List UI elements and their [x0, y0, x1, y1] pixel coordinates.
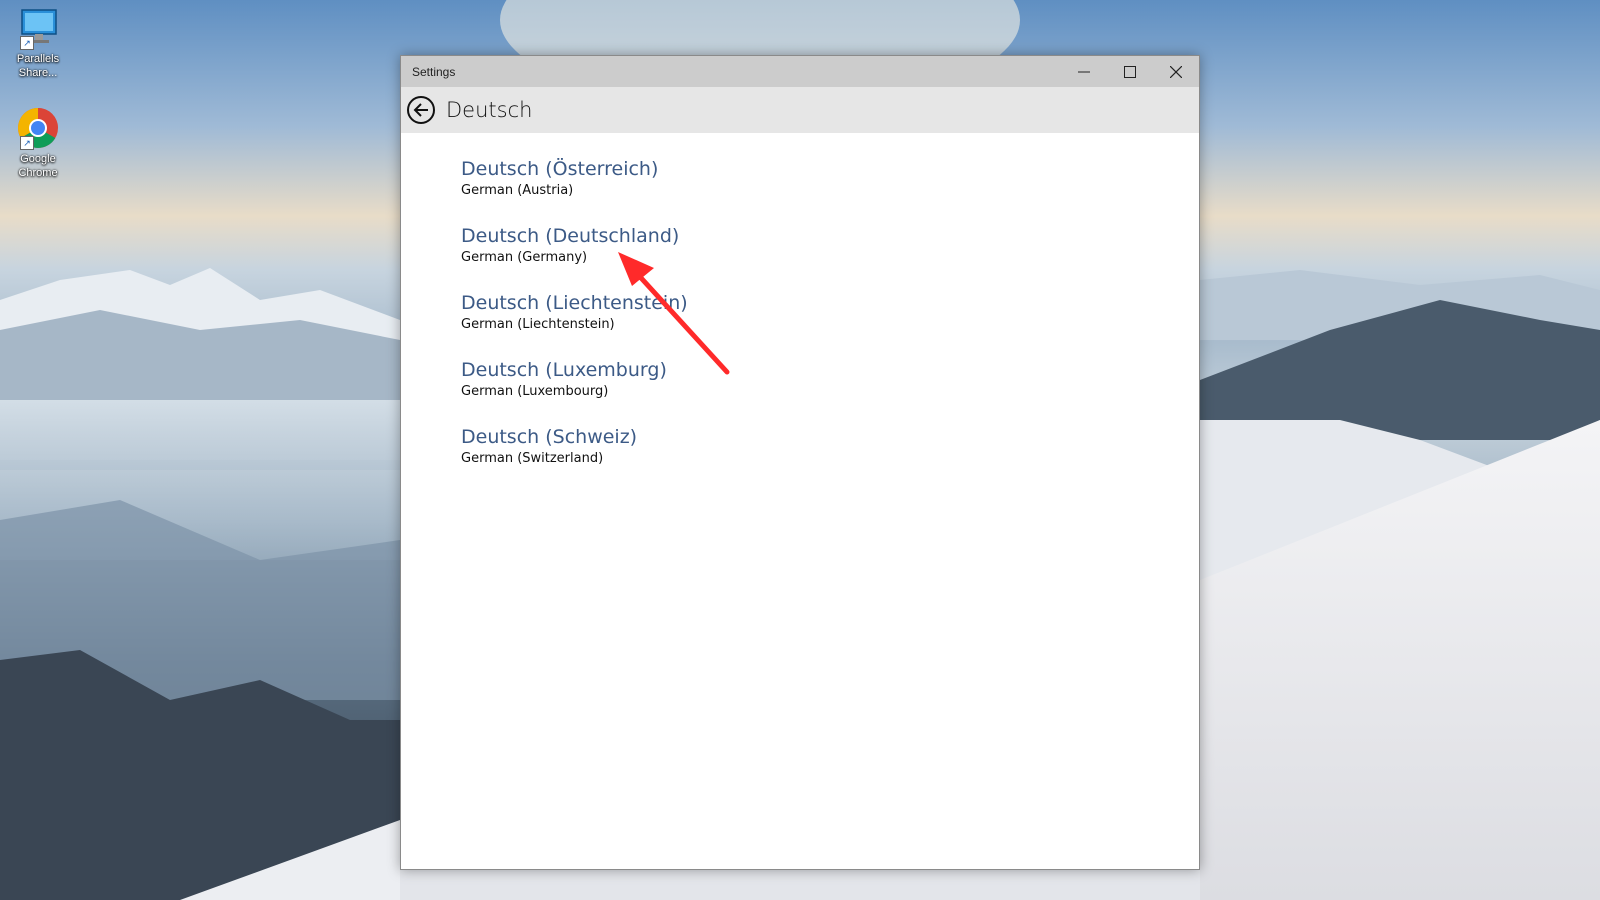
- page-header: Deutsch: [401, 87, 1199, 133]
- language-option-liechtenstein[interactable]: Deutsch (Liechtenstein) German (Liechten…: [461, 291, 1199, 358]
- language-native-name[interactable]: Deutsch (Liechtenstein): [461, 291, 1199, 315]
- language-variant-list: Deutsch (Österreich) German (Austria) De…: [401, 133, 1199, 492]
- window-title: Settings: [412, 64, 456, 79]
- language-option-luxembourg[interactable]: Deutsch (Luxemburg) German (Luxembourg): [461, 358, 1199, 425]
- desktop-shortcut-chrome[interactable]: ↗ Google Chrome: [8, 106, 68, 180]
- title-bar[interactable]: Settings: [401, 56, 1199, 87]
- maximize-icon: [1124, 65, 1136, 78]
- minimize-button[interactable]: [1061, 56, 1107, 87]
- back-arrow-icon: [413, 103, 428, 117]
- close-button[interactable]: [1153, 56, 1199, 87]
- language-english-name: German (Luxembourg): [461, 384, 609, 399]
- language-native-name[interactable]: Deutsch (Deutschland): [461, 224, 1199, 248]
- shortcut-arrow-icon: ↗: [20, 36, 34, 50]
- language-option-switzerland[interactable]: Deutsch (Schweiz) German (Switzerland): [461, 425, 1199, 492]
- language-english-name: German (Germany): [461, 250, 588, 265]
- language-english-name: German (Liechtenstein): [461, 317, 615, 332]
- chrome-icon: ↗: [16, 106, 60, 150]
- settings-window: Settings Deutsch Deutsch (Österreich) Ge…: [400, 55, 1200, 870]
- shortcut-arrow-icon: ↗: [20, 136, 34, 150]
- desktop-icon-label: Google Chrome: [18, 153, 58, 179]
- language-option-austria[interactable]: Deutsch (Österreich) German (Austria): [461, 157, 1199, 224]
- language-native-name[interactable]: Deutsch (Schweiz): [461, 425, 1199, 449]
- desktop-icon-label: Parallels Share...: [16, 53, 60, 79]
- minimize-icon: [1078, 71, 1090, 72]
- language-native-name[interactable]: Deutsch (Luxemburg): [461, 358, 1199, 382]
- close-icon: [1170, 65, 1182, 78]
- monitor-icon: ↗: [16, 6, 60, 50]
- language-english-name: German (Switzerland): [461, 451, 604, 466]
- back-button[interactable]: [407, 96, 435, 124]
- language-option-germany[interactable]: Deutsch (Deutschland) German (Germany): [461, 224, 1199, 291]
- maximize-button[interactable]: [1107, 56, 1153, 87]
- desktop-shortcut-parallels[interactable]: ↗ Parallels Share...: [8, 6, 68, 80]
- page-title: Deutsch: [446, 98, 533, 122]
- language-english-name: German (Austria): [461, 183, 574, 198]
- language-native-name[interactable]: Deutsch (Österreich): [461, 157, 1199, 181]
